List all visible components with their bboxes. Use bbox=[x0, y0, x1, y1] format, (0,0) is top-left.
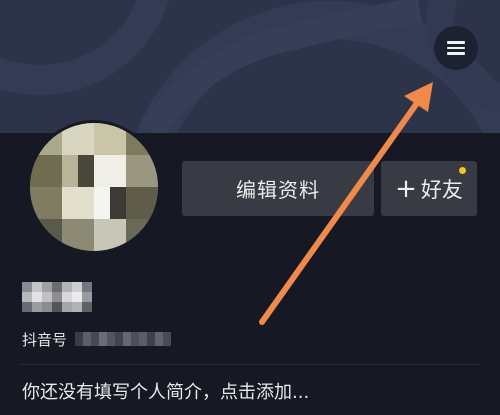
douyin-id-row: 抖音号 bbox=[22, 328, 172, 350]
cover-pattern bbox=[0, 0, 500, 133]
edit-profile-label: 编辑资料 bbox=[236, 178, 320, 202]
plus-icon: + bbox=[395, 173, 417, 204]
avatar-image bbox=[30, 123, 158, 251]
id-label: 抖音号 bbox=[22, 330, 68, 349]
id-value-blurred bbox=[75, 332, 172, 346]
menu-button[interactable] bbox=[434, 26, 478, 70]
profile-cover-background[interactable] bbox=[0, 0, 500, 133]
bio-placeholder[interactable]: 你还没有填写个人简介，点击添加... bbox=[22, 378, 309, 404]
add-friend-label: 好友 bbox=[420, 177, 463, 202]
divider bbox=[20, 364, 480, 365]
hamburger-menu-icon bbox=[447, 41, 465, 55]
username-blurred bbox=[22, 280, 92, 314]
notification-dot bbox=[459, 167, 466, 174]
edit-profile-button[interactable]: 编辑资料 bbox=[182, 161, 374, 216]
avatar[interactable] bbox=[27, 120, 161, 254]
